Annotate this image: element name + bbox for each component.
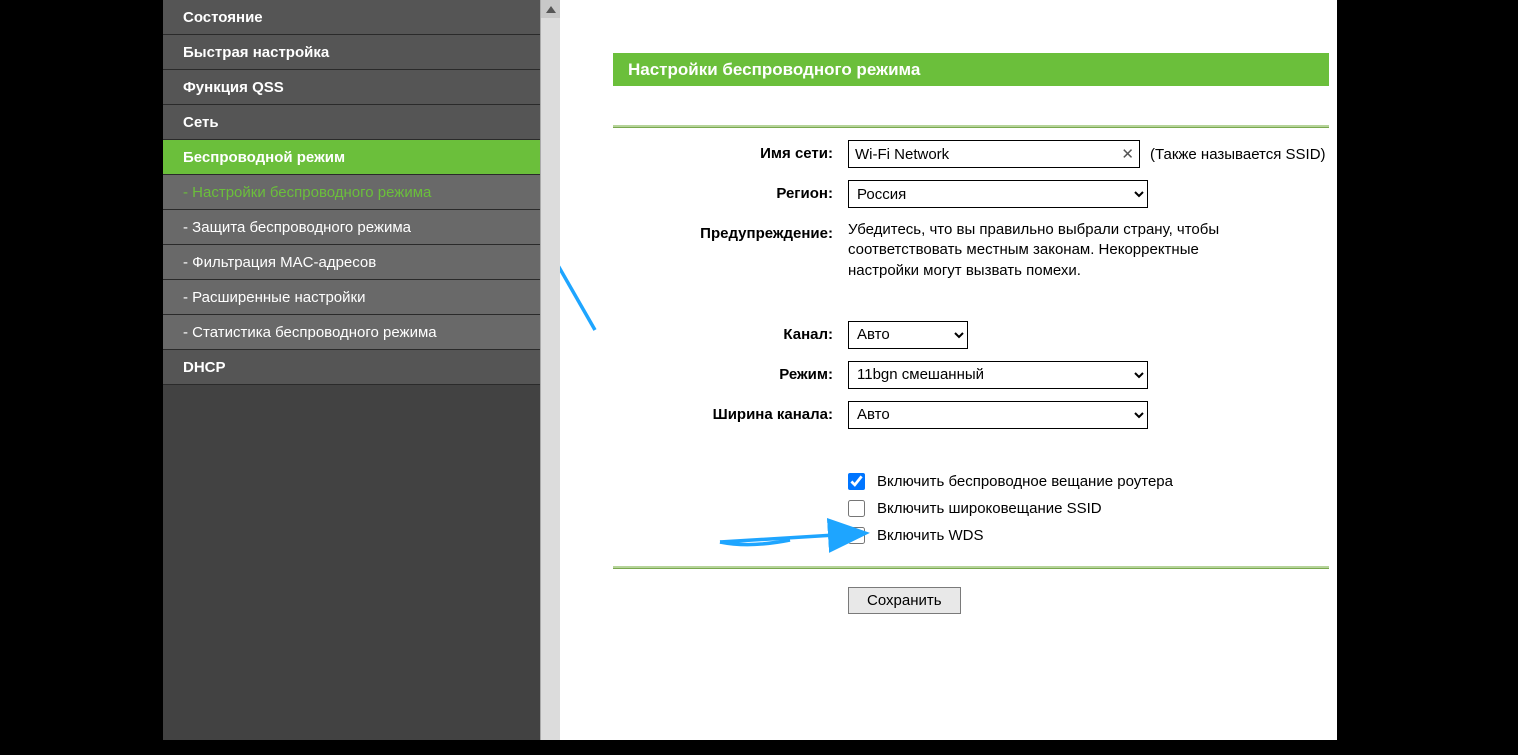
scroll-up-button[interactable] xyxy=(541,0,560,18)
save-button[interactable]: Сохранить xyxy=(848,587,961,614)
sidebar-item-wireless[interactable]: Беспроводной режим xyxy=(163,140,540,175)
row-mode: Режим: 11bgn смешанный xyxy=(613,361,1329,389)
ssid-hint: (Также называется SSID) xyxy=(1150,146,1326,163)
router-admin-window: Состояние Быстрая настройка Функция QSS … xyxy=(163,0,1337,740)
sidebar-sub-wireless-stats[interactable]: - Статистика беспроводного режима xyxy=(163,315,540,350)
channel-width-select[interactable]: Авто xyxy=(848,401,1148,429)
warning-text: Убедитесь, что вы правильно выбрали стра… xyxy=(848,220,1268,281)
sidebar: Состояние Быстрая настройка Функция QSS … xyxy=(163,0,560,740)
row-channel-width: Ширина канала: Авто xyxy=(613,401,1329,429)
checkbox-enable-wds[interactable] xyxy=(848,527,865,544)
page-title: Настройки беспроводного режима xyxy=(613,53,1329,86)
label-region: Регион: xyxy=(613,180,848,202)
channel-select[interactable]: Авто xyxy=(848,321,968,349)
sidebar-item-network[interactable]: Сеть xyxy=(163,105,540,140)
sidebar-sub-mac-filter[interactable]: - Фильтрация MAC-адресов xyxy=(163,245,540,280)
label-mode: Режим: xyxy=(613,361,848,383)
wireless-settings-form: Имя сети: ✕ (Также называется SSID) Реги… xyxy=(613,125,1329,614)
row-enable-radio: Включить беспроводное вещание роутера xyxy=(613,473,1329,490)
row-region: Регион: Россия xyxy=(613,180,1329,208)
checkbox-enable-ssid-broadcast[interactable] xyxy=(848,500,865,517)
label-channel-width: Ширина канала: xyxy=(613,401,848,423)
divider xyxy=(613,125,1329,128)
sidebar-scrollbar[interactable] xyxy=(540,0,560,740)
sidebar-item-qss[interactable]: Функция QSS xyxy=(163,70,540,105)
content-area: Настройки беспроводного режима Имя сети:… xyxy=(560,0,1337,740)
label-ssid: Имя сети: xyxy=(613,140,848,162)
row-channel: Канал: Авто xyxy=(613,321,1329,349)
mode-select[interactable]: 11bgn смешанный xyxy=(848,361,1148,389)
sidebar-sub-wireless-settings[interactable]: - Настройки беспроводного режима xyxy=(163,175,540,210)
region-select[interactable]: Россия xyxy=(848,180,1148,208)
row-enable-ssid-broadcast: Включить широковещание SSID xyxy=(613,500,1329,517)
label-warning: Предупреждение: xyxy=(613,220,848,242)
sidebar-sub-advanced[interactable]: - Расширенные настройки xyxy=(163,280,540,315)
label-enable-radio: Включить беспроводное вещание роутера xyxy=(877,473,1173,490)
divider xyxy=(613,566,1329,569)
sidebar-item-dhcp[interactable]: DHCP xyxy=(163,350,540,385)
label-channel: Канал: xyxy=(613,321,848,343)
sidebar-item-status[interactable]: Состояние xyxy=(163,0,540,35)
label-enable-wds: Включить WDS xyxy=(877,527,983,544)
checkbox-enable-radio[interactable] xyxy=(848,473,865,490)
label-enable-ssid-broadcast: Включить широковещание SSID xyxy=(877,500,1102,517)
row-enable-wds: Включить WDS xyxy=(613,527,1329,544)
sidebar-sub-wireless-security[interactable]: - Защита беспроводного режима xyxy=(163,210,540,245)
nav-menu: Состояние Быстрая настройка Функция QSS … xyxy=(163,0,540,740)
sidebar-item-quick-setup[interactable]: Быстрая настройка xyxy=(163,35,540,70)
row-ssid: Имя сети: ✕ (Также называется SSID) xyxy=(613,140,1329,168)
ssid-input[interactable] xyxy=(848,140,1140,168)
row-warning: Предупреждение: Убедитесь, что вы правил… xyxy=(613,220,1329,281)
clear-input-icon[interactable]: ✕ xyxy=(1121,145,1134,163)
